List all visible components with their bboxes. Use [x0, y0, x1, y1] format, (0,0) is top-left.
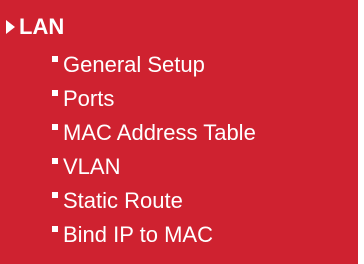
lan-submenu: General Setup Ports MAC Address Table VL…	[52, 48, 256, 252]
square-bullet-icon	[52, 124, 58, 130]
square-bullet-icon	[52, 158, 58, 164]
menu-item-label: General Setup	[63, 52, 205, 77]
arrow-right-icon	[6, 20, 15, 34]
lan-section-header[interactable]: LAN	[6, 12, 64, 42]
menu-item-bind-ip-to-mac[interactable]: Bind IP to MAC	[52, 218, 256, 252]
square-bullet-icon	[52, 56, 58, 62]
menu-item-static-route[interactable]: Static Route	[52, 184, 256, 218]
menu-item-label: VLAN	[63, 154, 121, 179]
menu-item-mac-address-table[interactable]: MAC Address Table	[52, 116, 256, 150]
menu-item-vlan[interactable]: VLAN	[52, 150, 256, 184]
menu-item-label: Ports	[63, 86, 115, 111]
menu-item-general-setup[interactable]: General Setup	[52, 48, 256, 82]
square-bullet-icon	[52, 226, 58, 232]
menu-item-label: MAC Address Table	[63, 120, 256, 145]
square-bullet-icon	[52, 192, 58, 198]
square-bullet-icon	[52, 90, 58, 96]
menu-item-label: Bind IP to MAC	[63, 222, 213, 247]
section-label: LAN	[19, 14, 65, 39]
menu-item-ports[interactable]: Ports	[52, 82, 256, 116]
menu-item-label: Static Route	[63, 188, 183, 213]
navigation-menu: LAN General Setup Ports MAC Address Tabl…	[0, 0, 358, 264]
